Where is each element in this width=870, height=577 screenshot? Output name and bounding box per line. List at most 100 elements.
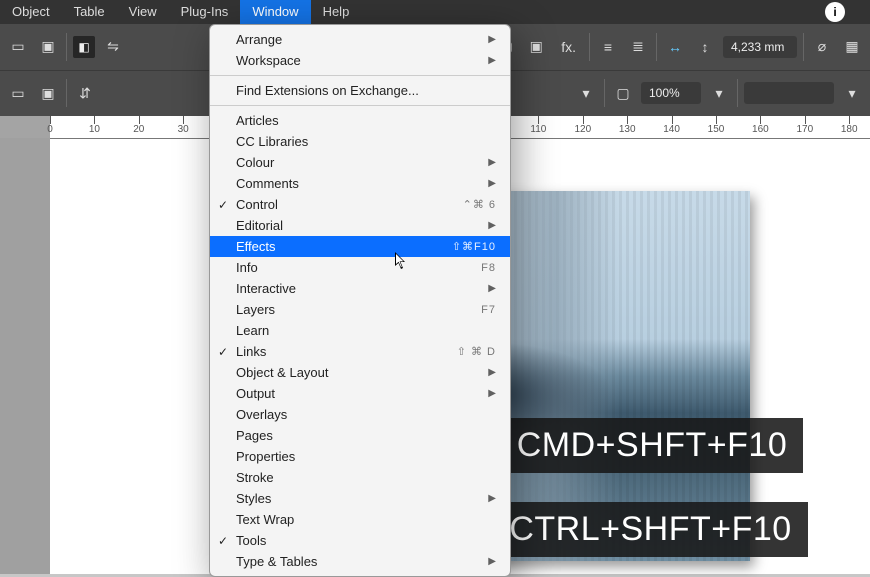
menu-item-object-layout[interactable]: Object & Layout ▶ <box>210 362 510 383</box>
separator <box>66 79 67 107</box>
chevron-right-icon: ▶ <box>488 556 496 567</box>
spacing-icon[interactable]: ↔ <box>663 35 687 59</box>
lines2-icon[interactable]: ≣ <box>626 35 650 59</box>
menu-item-tools[interactable]: ✓ Tools <box>210 530 510 551</box>
menubar-item-view[interactable]: View <box>117 0 169 24</box>
menu-separator <box>210 75 510 76</box>
menu-item-label: Comments <box>236 176 299 191</box>
overlay-mac-keys: CMD+SHFT+F10 <box>517 426 788 464</box>
align-left-icon[interactable]: ▭ <box>6 35 30 59</box>
menu-item-label: Stroke <box>236 470 274 485</box>
menu-item-shortcut: ⌃⌘ 6 <box>463 198 496 211</box>
menu-item-shortcut: F7 <box>481 304 496 316</box>
info-icon[interactable] <box>825 2 845 22</box>
menu-item-label: Text Wrap <box>236 512 294 527</box>
menu-item-label: Overlays <box>236 407 287 422</box>
fx-icon[interactable]: fx. <box>554 35 583 59</box>
menu-item-label: Articles <box>236 113 279 128</box>
menubar-item-object[interactable]: Object <box>0 0 62 24</box>
menu-item-shortcut: ⇧⌘F10 <box>452 240 496 253</box>
menu-item-label: Arrange <box>236 32 282 47</box>
menu-item-editorial[interactable]: Editorial ▶ <box>210 215 510 236</box>
chevron-right-icon: ▶ <box>488 388 496 399</box>
menu-item-label: Info <box>236 260 258 275</box>
menu-item-label: Editorial <box>236 218 283 233</box>
menu-item-effects[interactable]: Effects ⇧⌘F10 <box>210 236 510 257</box>
menu-item-colour[interactable]: Colour▶ <box>210 152 510 173</box>
check-icon: ✓ <box>218 198 228 212</box>
wrap-bounding-icon[interactable]: ▣ <box>524 35 548 59</box>
menu-item-styles[interactable]: Styles▶ <box>210 488 510 509</box>
menu-item-stroke[interactable]: Stroke <box>210 467 510 488</box>
separator <box>604 79 605 107</box>
menu-item-output[interactable]: Output ▶ <box>210 383 510 404</box>
menu-item-links[interactable]: ✓ Links ⇧ ⌘ D <box>210 341 510 362</box>
panel-icon[interactable]: ▦ <box>840 35 864 59</box>
menu-item-label: Learn <box>236 323 269 338</box>
menu-item-label: Output <box>236 386 275 401</box>
flip-v-icon[interactable]: ⇵ <box>73 81 97 105</box>
spacing-v-icon[interactable]: ↕ <box>693 35 717 59</box>
menu-item-label: Workspace <box>236 53 301 68</box>
wrap-obj-icon[interactable]: ▢ <box>611 81 635 105</box>
menu-item-learn[interactable]: Learn <box>210 320 510 341</box>
flip-h-icon[interactable]: ⇋ <box>101 35 125 59</box>
menu-item-label: Effects <box>236 239 276 254</box>
menu-item-label: Layers <box>236 302 275 317</box>
align-mid-icon[interactable]: ▣ <box>36 81 60 105</box>
opacity-field[interactable]: 100% <box>641 82 701 104</box>
menu-item-label: Find Extensions on Exchange... <box>236 83 419 98</box>
menu-item-info[interactable]: InfoF8 <box>210 257 510 278</box>
chevron-down-icon[interactable]: ▾ <box>840 81 864 105</box>
menu-item-label: Colour <box>236 155 274 170</box>
menu-item-label: Control <box>236 197 278 212</box>
menu-item-find-extensions-on-exchange-[interactable]: Find Extensions on Exchange... <box>210 80 510 101</box>
separator <box>656 33 657 61</box>
chevron-right-icon: ▶ <box>488 34 496 45</box>
menu-item-text-wrap[interactable]: Text Wrap <box>210 509 510 530</box>
chevron-down-icon[interactable]: ▾ <box>574 81 598 105</box>
separator <box>737 79 738 107</box>
menubar-item-table[interactable]: Table <box>62 0 117 24</box>
chevron-right-icon: ▶ <box>488 283 496 294</box>
check-icon: ✓ <box>218 345 228 359</box>
ruler-origin <box>0 116 50 138</box>
menu-item-cc-libraries[interactable]: CC Libraries <box>210 131 510 152</box>
menu-item-shortcut: ⇧ ⌘ D <box>457 345 496 358</box>
menubar: Object Table View Plug-Ins Window Help <box>0 0 870 24</box>
chevron-down-icon[interactable]: ▾ <box>707 81 731 105</box>
menu-item-label: Links <box>236 344 266 359</box>
menu-item-workspace[interactable]: Workspace▶ <box>210 50 510 71</box>
menu-item-arrange[interactable]: Arrange ▶ <box>210 29 510 50</box>
menubar-item-help[interactable]: Help <box>311 0 362 24</box>
menu-item-pages[interactable]: Pages <box>210 425 510 446</box>
align-top-icon[interactable]: ▭ <box>6 81 30 105</box>
chevron-right-icon: ▶ <box>488 220 496 231</box>
menu-item-label: Type & Tables <box>236 554 317 569</box>
menu-item-articles[interactable]: Articles <box>210 110 510 131</box>
menu-item-label: CC Libraries <box>236 134 308 149</box>
menu-item-interactive[interactable]: Interactive▶ <box>210 278 510 299</box>
lines-icon[interactable]: ≡ <box>596 35 620 59</box>
menu-item-layers[interactable]: Layers F7 <box>210 299 510 320</box>
menubar-item-window[interactable]: Window <box>240 0 310 24</box>
menu-item-overlays[interactable]: Overlays <box>210 404 510 425</box>
chevron-right-icon: ▶ <box>488 178 496 189</box>
menu-item-label: Object & Layout <box>236 365 329 380</box>
preset-dropdown[interactable] <box>744 82 834 104</box>
swatch-box[interactable]: ◧ <box>73 36 95 58</box>
check-icon: ✓ <box>218 534 228 548</box>
value-field[interactable]: 4,233 mm <box>723 36 797 58</box>
menubar-item-plugins[interactable]: Plug-Ins <box>169 0 241 24</box>
chevron-right-icon: ▶ <box>488 367 496 378</box>
align-center-icon[interactable]: ▣ <box>36 35 60 59</box>
menu-item-control[interactable]: ✓ Control ⌃⌘ 6 <box>210 194 510 215</box>
menu-item-label: Tools <box>236 533 266 548</box>
menu-item-type-tables[interactable]: Type & Tables ▶ <box>210 551 510 572</box>
link-break-icon[interactable]: ⌀ <box>810 35 834 59</box>
menu-item-properties[interactable]: Properties <box>210 446 510 467</box>
menu-item-comments[interactable]: Comments ▶ <box>210 173 510 194</box>
overlay-win-keys: CTRL+SHFT+F10 <box>509 510 791 548</box>
cursor-pointer-icon <box>395 252 407 270</box>
separator <box>66 33 67 61</box>
